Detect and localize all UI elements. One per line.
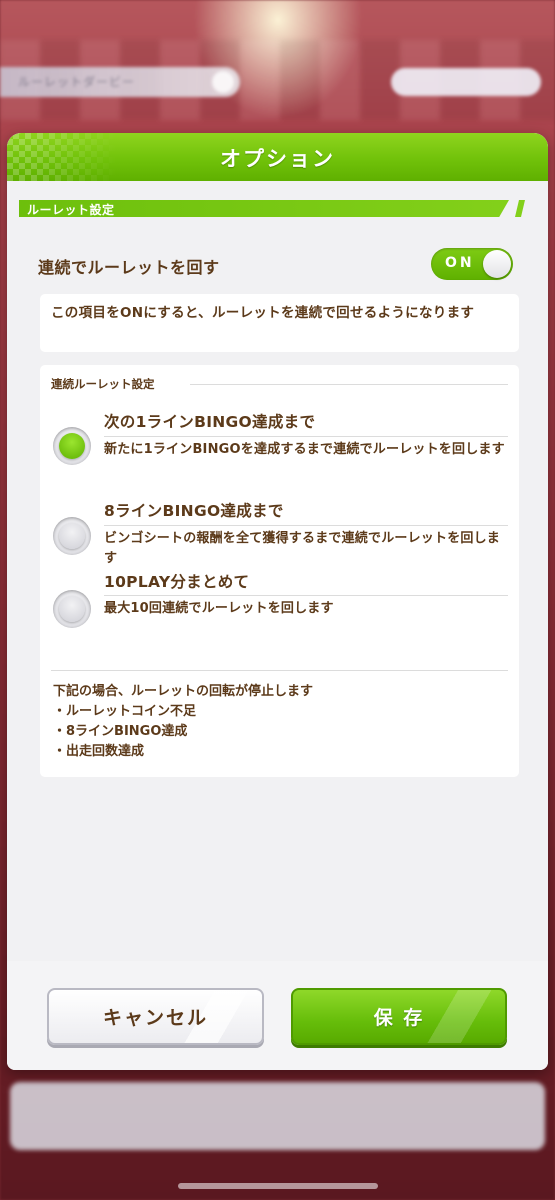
stop-conditions-heading: 下記の場合、ルーレットの回転が停止します — [53, 684, 314, 699]
radio-button-unselected[interactable] — [53, 517, 91, 555]
option-next-1-line-bingo[interactable]: 次の1ラインBINGO達成まで 新たに1ラインBINGOを達成するまで連続でルー… — [40, 401, 519, 481]
toggle-on-text: ON — [445, 255, 475, 271]
background-info-icon — [212, 71, 234, 93]
toggle-knob — [483, 250, 511, 278]
option-title-divider — [104, 436, 508, 437]
stop-condition-item: ・出走回数達成 — [53, 744, 145, 759]
section-header-label: ルーレット設定 — [27, 203, 115, 217]
continuous-settings-subheading: 連続ルーレット設定 — [51, 377, 155, 391]
stop-condition-item: ・ルーレットコイン不足 — [53, 704, 197, 719]
option-title: 次の1ラインBINGO達成まで — [104, 413, 316, 431]
background-coin-counter — [391, 68, 541, 96]
option-title-divider — [104, 525, 508, 526]
background-bottom-nav — [10, 1082, 545, 1150]
radio-button-selected[interactable] — [53, 427, 91, 465]
continuous-settings-card: 連続ルーレット設定 次の1ラインBINGO達成まで 新たに1ラインBINGOを達… — [40, 365, 519, 777]
radio-inner — [59, 433, 85, 459]
stop-conditions-notes: 下記の場合、ルーレットの回転が停止します ・ルーレットコイン不足 ・8ラインBI… — [53, 682, 503, 762]
radio-inner — [59, 523, 85, 549]
save-button-label: 保 存 — [373, 1007, 425, 1029]
stop-condition-item: ・8ラインBINGO達成 — [53, 724, 188, 739]
continuous-roulette-label: 連続でルーレットを回す — [38, 258, 220, 277]
background-title-pill: ルーレットダービー — [0, 67, 240, 97]
home-indicator — [178, 1183, 378, 1189]
button-shine — [425, 990, 505, 1043]
option-10-play[interactable]: 10PLAY分まとめて 最大10回連続でルーレットを回します — [40, 573, 519, 660]
dialog-footer: キャンセル 保 存 — [7, 961, 548, 1070]
radio-inner — [59, 596, 85, 622]
continuous-roulette-toggle[interactable]: ON — [431, 248, 513, 280]
section-header-slash — [515, 200, 525, 217]
cancel-button[interactable]: キャンセル — [47, 988, 264, 1045]
option-title: 8ラインBINGO達成まで — [104, 502, 284, 520]
subheading-divider — [190, 384, 508, 385]
cancel-button-label: キャンセル — [102, 1007, 208, 1029]
background-title-text: ルーレットダービー — [18, 75, 136, 89]
notes-divider — [51, 670, 508, 671]
option-8-line-bingo[interactable]: 8ラインBINGO達成まで ビンゴシートの報酬を全て獲得するまで連続でルーレット… — [40, 491, 519, 571]
section-header-roulette-settings: ルーレット設定 — [19, 200, 525, 217]
radio-button-unselected[interactable] — [53, 590, 91, 628]
option-title-divider — [104, 595, 508, 596]
option-description: 最大10回連続でルーレットを回します — [104, 601, 334, 616]
dialog-title: オプション — [220, 147, 335, 171]
continuous-info-text: この項目をONにすると、ルーレットを連続で回せるようになります — [51, 305, 475, 321]
save-button[interactable]: 保 存 — [291, 988, 507, 1045]
continuous-roulette-row: 連続でルーレットを回す ON — [37, 243, 517, 283]
option-description: 新たに1ラインBINGOを達成するまで連続でルーレットを回します — [104, 442, 505, 457]
dialog-header: オプション — [7, 133, 548, 181]
options-dialog: オプション ルーレット設定 連続でルーレットを回す ON この項目をONにすると… — [7, 133, 548, 1070]
continuous-info-card: この項目をONにすると、ルーレットを連続で回せるようになります — [40, 294, 519, 352]
option-description: ビンゴシートの報酬を全て獲得するまで連続でルーレットを回します — [104, 531, 501, 566]
dialog-body: ルーレット設定 連続でルーレットを回す ON この項目をONにすると、ルーレット… — [7, 181, 548, 961]
option-title: 10PLAY分まとめて — [104, 573, 250, 591]
